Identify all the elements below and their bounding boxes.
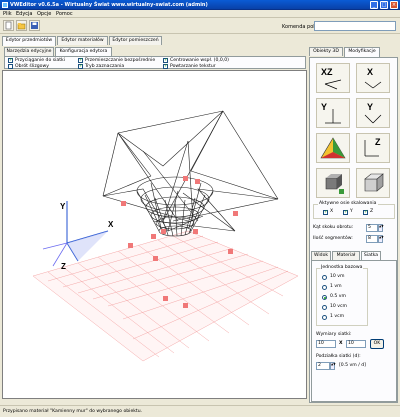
grid-height-input[interactable]: 10 — [346, 340, 366, 348]
scale-uniform-button[interactable] — [316, 168, 350, 198]
move-xz-icon: XZ — [321, 67, 342, 90]
unit-1vm-label: 1 vm — [330, 284, 342, 289]
grid-division-spinner[interactable]: ▲▼ — [330, 362, 336, 370]
unit-1vcm-radio[interactable] — [322, 315, 327, 320]
wireframe-object — [102, 110, 279, 237]
svg-text:Y: Y — [321, 102, 327, 112]
menu-plik[interactable]: Plik — [3, 10, 12, 18]
app-icon — [2, 2, 8, 8]
title-bar: VWEditor v0.6.5a - Wirtualny Świat www.w… — [0, 0, 400, 10]
options-panel: Przyciąganie do siatki Przemieszczanie b… — [4, 56, 306, 69]
scale-box-icon — [364, 173, 384, 192]
move-x-icon: X — [364, 67, 382, 89]
move-y-icon: Y — [321, 102, 341, 124]
menu-bar: Plik Edycja Opcje Pomoc — [0, 10, 400, 18]
main-tabstrip: Edytor przedmiotów Edytor materiałów Edy… — [2, 36, 302, 46]
scene-canvas: Y X Z — [32, 110, 299, 362]
maximize-icon[interactable]: □ — [380, 1, 388, 9]
status-text: Przypisano materiał "Kamienny mur" do wy… — [3, 409, 143, 414]
grid-ok-button[interactable]: OK — [370, 339, 384, 349]
svg-text:Z: Z — [375, 137, 381, 147]
base-unit-title: Jednostka bazowa — [320, 265, 364, 271]
axis-z-check-label: Z — [370, 209, 374, 214]
axis-x-checkbox[interactable] — [323, 209, 328, 215]
rotate-y-icon: Y — [364, 102, 382, 124]
axis-x-label: X — [108, 220, 114, 229]
svg-text:XZ: XZ — [321, 67, 333, 77]
save-button[interactable] — [29, 20, 40, 31]
sub-tabstrip: Narzędzia edycyjne Konfiguracja edytora — [4, 47, 304, 57]
unit-10vcm-radio[interactable] — [322, 305, 327, 310]
move-x-button[interactable]: X — [356, 63, 390, 93]
tab-view[interactable]: Widok — [311, 251, 331, 260]
unit-1vm-radio[interactable] — [322, 285, 327, 290]
close-icon[interactable]: × — [390, 1, 398, 9]
axis-x-check-label: X — [330, 209, 334, 214]
move-y-button[interactable]: Y — [316, 98, 350, 128]
unit-05vm-radio[interactable] — [322, 295, 327, 300]
window-title: VWEditor v0.6.5a - Wirtualny Świat www.w… — [10, 2, 208, 8]
minimize-icon[interactable]: _ — [370, 1, 378, 9]
command-input[interactable] — [314, 21, 396, 31]
unit-10vcm-label: 10 vcm — [330, 304, 348, 309]
segments-input[interactable]: 8 — [366, 235, 378, 243]
grid-division-unit: [0.5 vm / d] — [339, 363, 366, 368]
snap-grid-checkbox[interactable] — [8, 57, 13, 63]
open-file-button[interactable] — [16, 20, 27, 31]
grid-width-input[interactable]: 10 — [316, 340, 336, 348]
folder-icon — [17, 23, 26, 30]
rotate-free-button[interactable] — [316, 133, 350, 163]
axis-y-checkbox[interactable] — [343, 209, 348, 215]
unit-10vm-label: 10 vm — [330, 274, 345, 279]
scale-free-button[interactable] — [356, 168, 390, 198]
grid-division-label: Podziałka siatki (d): — [316, 354, 361, 359]
status-bar: Przypisano materiał "Kamienny mur" do wy… — [0, 405, 400, 417]
menu-pomoc[interactable]: Pomoc — [56, 10, 73, 18]
unit-1vcm-label: 1 vcm — [330, 314, 345, 319]
rotation-step-input[interactable]: 5 — [366, 224, 378, 232]
menu-opcje[interactable]: Opcje — [37, 10, 51, 18]
unit-05vm-label: 0.5 vm — [330, 294, 346, 299]
rotate-z-button[interactable]: Z — [356, 133, 390, 163]
move-xz-button[interactable]: XZ — [316, 63, 350, 93]
scale-cube-icon — [325, 174, 344, 194]
svg-text:X: X — [367, 67, 373, 77]
3d-viewport[interactable]: Y X Z — [2, 70, 307, 399]
tab-material-editor[interactable]: Edytor materiałów — [57, 36, 108, 45]
tab-material[interactable]: Materiał — [332, 251, 360, 260]
grid-tabstrip: Widok Materiał Siatka — [311, 251, 397, 261]
grid-times-label: X — [339, 341, 343, 346]
segments-label: Ilość segmentów: — [313, 236, 353, 241]
save-icon — [31, 22, 38, 29]
svg-text:Y: Y — [367, 102, 373, 112]
menu-edycja[interactable]: Edycja — [16, 10, 33, 18]
axis-y-check-label: Y — [350, 209, 353, 214]
right-tabstrip: Obiekty 3D Modyfikacje — [309, 47, 398, 57]
rotate-y-button[interactable]: Y — [356, 98, 390, 128]
tab-modifications[interactable]: Modyfikacje — [344, 47, 380, 57]
axes-gizmo — [42, 201, 109, 267]
repeat-texture-checkbox[interactable] — [163, 63, 168, 69]
rotate-triangle-icon — [320, 137, 346, 159]
new-file-icon — [5, 21, 12, 30]
grid-division-input[interactable]: 2 — [316, 362, 330, 370]
select-mode-checkbox[interactable] — [78, 63, 83, 69]
tab-room-editor[interactable]: Edytor pomieszczeń — [109, 36, 162, 45]
segments-spinner[interactable]: ▲▼ — [378, 235, 384, 243]
scale-axes-title: Aktywne osie skalowania — [318, 201, 378, 207]
rotation-step-spinner[interactable]: ▲▼ — [378, 224, 384, 232]
tab-edit-tools[interactable]: Narzędzia edycyjne — [4, 47, 54, 56]
axis-z-checkbox[interactable] — [363, 209, 368, 215]
grid-size-label: Wymiary siatki: — [316, 332, 352, 337]
rotation-step-label: Kąt skoku obrotu: — [313, 225, 354, 230]
unit-10vm-radio[interactable] — [322, 275, 327, 280]
tab-item-editor[interactable]: Edytor przedmiotów — [2, 36, 56, 46]
grid-panel: Jednostka bazowa 10 vm 1 vm 0.5 vm 10 vc… — [311, 260, 397, 402]
axis-y-label: Y — [60, 202, 66, 211]
rotate-z-icon: Z — [364, 137, 381, 157]
axis-z-label: Z — [61, 262, 66, 271]
slide-rotate-checkbox[interactable] — [8, 64, 13, 69]
tab-3d-objects[interactable]: Obiekty 3D — [309, 47, 343, 56]
new-file-button[interactable] — [3, 20, 14, 31]
